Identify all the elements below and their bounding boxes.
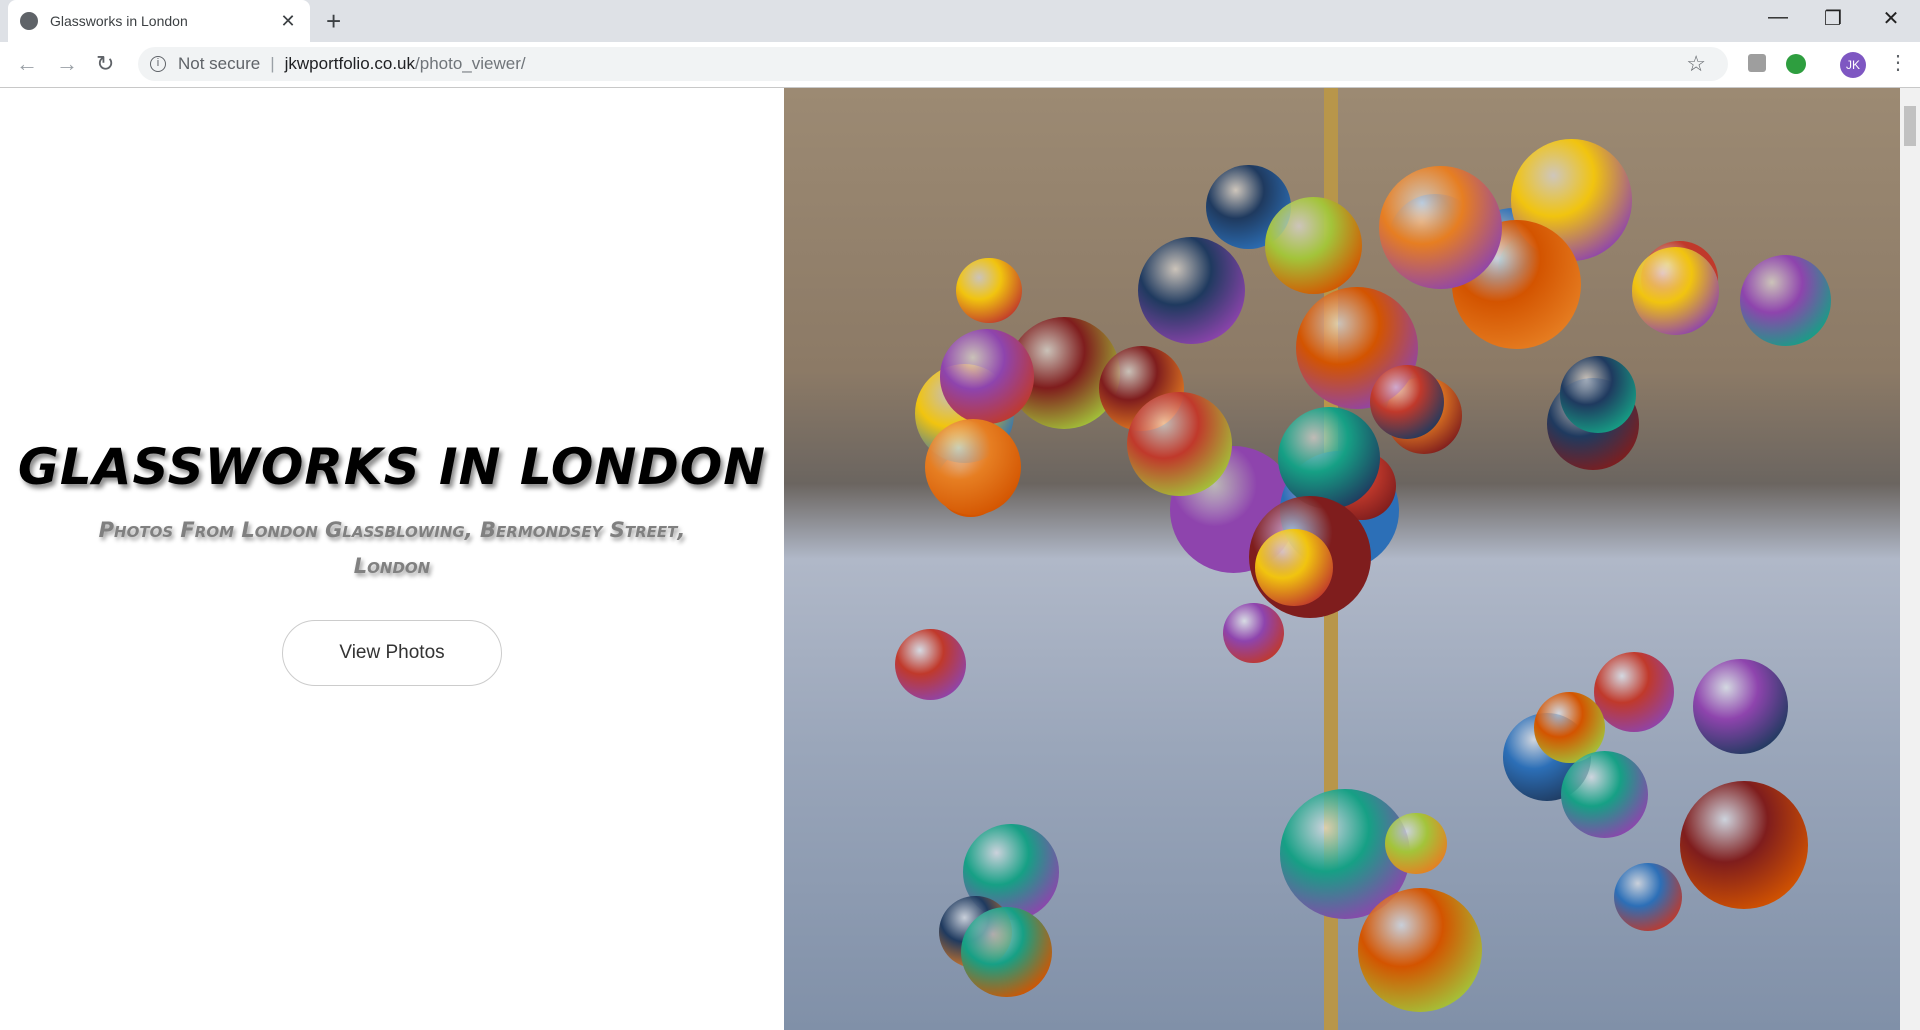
- globe-icon: [20, 12, 38, 30]
- view-photos-button[interactable]: View Photos: [282, 620, 502, 686]
- glass-ornament: [956, 257, 1023, 324]
- glass-ornament: [1385, 812, 1447, 875]
- forward-icon[interactable]: →: [56, 51, 78, 77]
- tab-title: Glassworks in London: [50, 13, 188, 29]
- glass-ornament: [1223, 602, 1284, 664]
- page-subtitle: Photos From London Glassblowing, Bermond…: [98, 518, 686, 578]
- hero-photo: [784, 88, 1900, 1030]
- glass-ornament: [1739, 255, 1831, 347]
- glass-ornament: [1369, 365, 1444, 440]
- close-tab-icon[interactable]: ✕: [278, 11, 298, 32]
- menu-icon[interactable]: ⋮: [1888, 50, 1908, 75]
- bookmark-star-icon[interactable]: ☆: [1686, 51, 1706, 77]
- divider: |: [270, 54, 275, 73]
- hero-panel: Glassworks in London Photos From London …: [0, 88, 784, 1030]
- page-content: Glassworks in London Photos From London …: [0, 88, 1920, 1030]
- glass-ornament: [1613, 862, 1683, 932]
- glass-ornament: [924, 419, 1021, 516]
- reload-icon[interactable]: ↻: [96, 51, 114, 77]
- url-host: jkwportfolio.co.uk: [284, 54, 416, 73]
- glass-ornament: [1692, 658, 1788, 754]
- info-icon[interactable]: i: [150, 56, 166, 72]
- extension-green-icon[interactable]: [1786, 54, 1806, 74]
- restore-icon[interactable]: ❐: [1813, 6, 1853, 31]
- glass-ornament: [1561, 751, 1649, 839]
- back-icon[interactable]: ←: [16, 51, 38, 77]
- scrollbar[interactable]: [1900, 88, 1920, 1030]
- glass-ornament: [1594, 651, 1674, 732]
- glass-ornament: [1138, 236, 1246, 344]
- avatar[interactable]: JK: [1840, 52, 1866, 78]
- tab-strip: Glassworks in London ✕ + — ❐ ✕: [0, 0, 1920, 42]
- window-close-icon[interactable]: ✕: [1871, 6, 1911, 31]
- new-tab-icon[interactable]: +: [326, 6, 341, 37]
- glass-ornament: [1264, 197, 1362, 295]
- page-title: Glassworks in London: [17, 438, 767, 496]
- glass-ornament: [1255, 528, 1333, 607]
- extension-icon[interactable]: [1748, 54, 1766, 72]
- glass-ornament: [1559, 356, 1636, 433]
- toolbar: ← → ↻ i Not secure | jkwportfolio.co.uk /…: [0, 42, 1920, 88]
- glass-ornament: [1631, 246, 1720, 335]
- glass-ornament: [1358, 887, 1483, 1012]
- scrollbar-thumb[interactable]: [1904, 106, 1916, 146]
- glass-ornament: [894, 628, 967, 701]
- tab-active[interactable]: Glassworks in London ✕: [8, 0, 310, 42]
- glass-ornament: [939, 329, 1035, 424]
- glass-ornament: [1379, 165, 1502, 289]
- security-label: Not secure: [178, 54, 261, 73]
- glass-ornament: [960, 906, 1052, 998]
- glass-ornament: [1127, 391, 1233, 497]
- glass-ornament: [1680, 781, 1808, 910]
- minimize-icon[interactable]: —: [1758, 6, 1798, 29]
- glass-ornament: [1278, 407, 1381, 510]
- address-bar[interactable]: i Not secure | jkwportfolio.co.uk/photo_…: [138, 47, 1728, 81]
- url-path: /photo_viewer/: [415, 54, 526, 73]
